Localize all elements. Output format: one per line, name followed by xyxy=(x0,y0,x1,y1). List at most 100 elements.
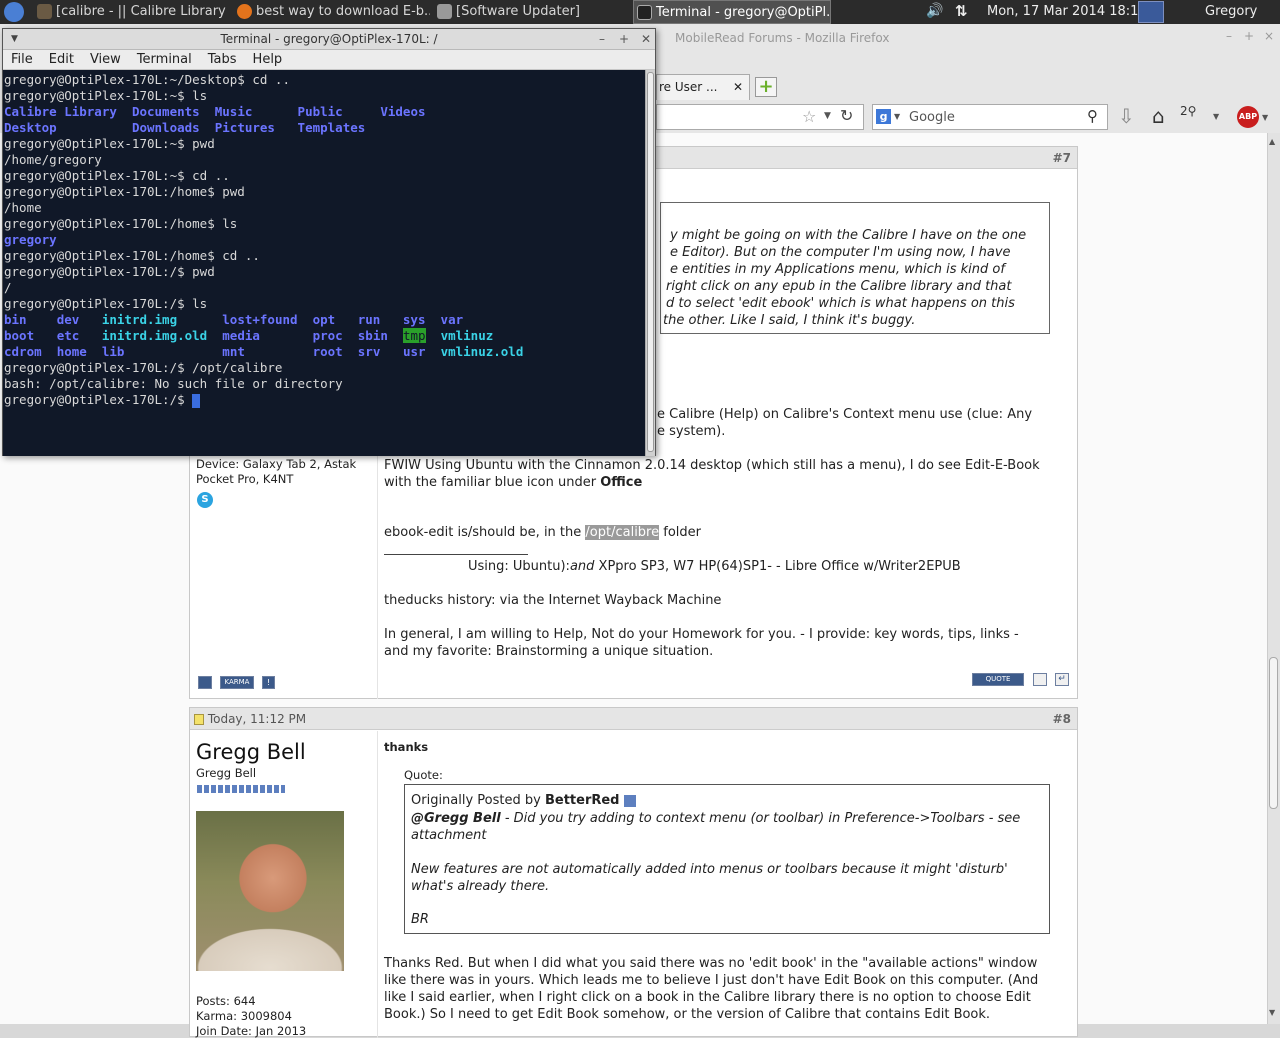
google-icon[interactable]: g xyxy=(876,109,891,124)
menu-icon[interactable] xyxy=(4,2,24,22)
dir-entry: home xyxy=(56,344,87,359)
tab-close-icon[interactable]: ✕ xyxy=(733,75,743,99)
terminal-titlebar[interactable]: ▼ Terminal - gregory@OptiPlex-170L: / – … xyxy=(3,29,655,50)
post-status-icon xyxy=(194,714,204,725)
scroll-thumb[interactable] xyxy=(647,72,654,452)
dir-entry: usr xyxy=(402,344,426,359)
updater-icon xyxy=(437,4,452,19)
maximize-icon[interactable]: + xyxy=(617,32,631,46)
taskbar-item-firefox[interactable]: best way to download E-b... xyxy=(234,0,430,24)
terminal-line: gregory@OptiPlex-170L:/$ ls xyxy=(4,296,208,311)
taskbar-item-terminal[interactable]: Terminal - gregory@OptiPl... xyxy=(633,0,831,24)
view-post-icon[interactable] xyxy=(623,794,636,807)
menu-tabs[interactable]: Tabs xyxy=(200,50,245,70)
terminal-line: /home/gregory xyxy=(4,152,102,167)
browser-tab[interactable]: re User ... ✕ xyxy=(656,74,750,100)
dir-entry: boot xyxy=(4,328,35,343)
clock[interactable]: Mon, 17 Mar 2014 18:17 xyxy=(987,0,1147,24)
minimize-icon[interactable]: – xyxy=(1226,29,1232,43)
signature-using: Using: Ubuntu):and XPpro SP3, W7 HP(64)S… xyxy=(468,559,961,574)
report-icon[interactable] xyxy=(198,676,212,689)
skype-icon[interactable]: S xyxy=(197,492,213,508)
quote-author: BetterRed xyxy=(544,793,620,808)
user-karma: Karma: 3009804 xyxy=(196,1009,292,1023)
url-dropdown-icon[interactable]: ▼ xyxy=(824,111,831,121)
help-text: e Calibre (Help) on Calibre's Context me… xyxy=(657,407,1033,422)
download-icon[interactable]: ⇩ xyxy=(1118,104,1135,128)
terminal-line: gregory@OptiPlex-170L:~/Desktop$ cd .. xyxy=(4,72,290,87)
fwiw-text: with the familiar blue icon under Office xyxy=(384,475,642,490)
quote-box: Originally Posted by BetterRed @Gregg Be… xyxy=(404,784,1050,934)
menu-view[interactable]: View xyxy=(82,50,129,70)
quote-line: the other. Like I said, I think it's bug… xyxy=(663,313,916,328)
scroll-thumb[interactable] xyxy=(1269,657,1278,809)
window-menu-icon[interactable]: ▼ xyxy=(11,29,18,50)
url-bar[interactable] xyxy=(656,104,864,130)
avatar xyxy=(196,811,344,971)
dir-entry: proc xyxy=(312,328,343,343)
addon-icon[interactable]: 2⚲ xyxy=(1180,104,1210,126)
scroll-up-icon[interactable]: ▲ xyxy=(1269,137,1275,146)
terminal-scrollbar[interactable] xyxy=(645,70,655,456)
terminal-output[interactable]: gregory@OptiPlex-170L:~/Desktop$ cd .. g… xyxy=(3,70,645,456)
menu-help[interactable]: Help xyxy=(245,50,291,70)
karma-button[interactable]: KARMA xyxy=(220,676,254,689)
terminal-line: gregory@OptiPlex-170L:~$ pwd xyxy=(4,136,215,151)
reply-icon[interactable]: ↵ xyxy=(1055,673,1069,686)
dir-entry: cdrom xyxy=(4,344,42,359)
menu-terminal[interactable]: Terminal xyxy=(129,50,200,70)
info-icon[interactable]: ! xyxy=(262,676,275,689)
ls-row: Calibre Library Documents Music Public V… xyxy=(4,104,645,120)
task-label: Terminal - gregory@OptiPl... xyxy=(656,5,831,20)
firefox-tray-icon[interactable] xyxy=(1138,1,1164,23)
menu-edit[interactable]: Edit xyxy=(41,50,82,70)
maximize-icon[interactable]: + xyxy=(1244,29,1254,43)
sig-part: Using: Ubuntu): xyxy=(468,559,570,574)
task-label: [Software Updater] xyxy=(456,4,581,19)
scroll-down-icon[interactable]: ▼ xyxy=(1269,1008,1275,1017)
taskbar-item-calibre[interactable]: [calibre - || Calibre Library ... xyxy=(34,0,230,24)
dir-entry: root xyxy=(312,344,343,359)
user-device: Device: Galaxy Tab 2, Astak xyxy=(196,457,357,471)
office-label: Office xyxy=(600,475,643,490)
engine-dropdown-icon[interactable]: ▼ xyxy=(894,112,900,121)
quote-line: what's already there. xyxy=(411,879,550,894)
minimize-icon[interactable]: – xyxy=(595,32,609,46)
terminal-line: gregory@OptiPlex-170L:/home$ cd .. xyxy=(4,248,260,263)
new-tab-icon[interactable]: + xyxy=(755,77,777,97)
reload-icon[interactable]: ↻ xyxy=(840,106,853,125)
home-icon[interactable]: ⌂ xyxy=(1152,104,1165,128)
volume-icon[interactable]: 🔊 xyxy=(926,3,943,19)
ebook-edit-text: ebook-edit is/should be, in the /opt/cal… xyxy=(384,525,701,540)
network-icon[interactable]: ⇅ xyxy=(955,2,968,20)
dir-entry: Desktop xyxy=(4,120,57,135)
top-panel: [calibre - || Calibre Library ... best w… xyxy=(0,0,1280,43)
terminal-line: gregory@OptiPlex-170L:~$ ls xyxy=(4,88,208,103)
reputation-bar xyxy=(197,785,285,793)
dir-entry: Music xyxy=(214,104,253,119)
terminal-line: gregory@OptiPlex-170L:/home$ ls xyxy=(4,216,238,231)
taskbar-item-software-updater[interactable]: [Software Updater] xyxy=(434,0,630,24)
adblock-dropdown-icon[interactable]: ▼ xyxy=(1262,113,1268,122)
history-link[interactable]: theducks history: via the Internet Wayba… xyxy=(384,593,721,608)
search-bar[interactable]: g ▼ Google ⚲ xyxy=(872,104,1108,130)
quote-button[interactable]: QUOTE xyxy=(972,673,1024,686)
quote-attribution: Originally Posted by BetterRed xyxy=(411,793,636,808)
sig-part: and xyxy=(569,559,595,574)
close-icon[interactable]: × xyxy=(1264,29,1274,43)
username[interactable]: Gregg Bell xyxy=(196,740,306,764)
dir-entry: var xyxy=(440,312,464,327)
bookmark-star-icon[interactable]: ☆ xyxy=(802,107,816,126)
addon-dropdown-icon[interactable]: ▼ xyxy=(1213,112,1219,121)
adblock-icon[interactable]: ABP xyxy=(1237,106,1259,128)
close-icon[interactable]: ✕ xyxy=(639,32,653,46)
post-number[interactable]: #8 xyxy=(1053,708,1071,730)
terminal-line: gregory@OptiPlex-170L:/$ pwd xyxy=(4,264,215,279)
ls-row: boot etc initrd.img.old media proc sbin … xyxy=(4,328,645,344)
post-header: Today, 11:12 PM #8 xyxy=(190,708,1077,730)
post-number[interactable]: #7 xyxy=(1053,147,1071,169)
menu-file[interactable]: File xyxy=(3,50,41,70)
search-icon[interactable]: ⚲ xyxy=(1087,107,1098,125)
multiquote-icon[interactable] xyxy=(1033,673,1047,686)
page-scrollbar[interactable]: ▲ ▼ xyxy=(1267,133,1280,1024)
